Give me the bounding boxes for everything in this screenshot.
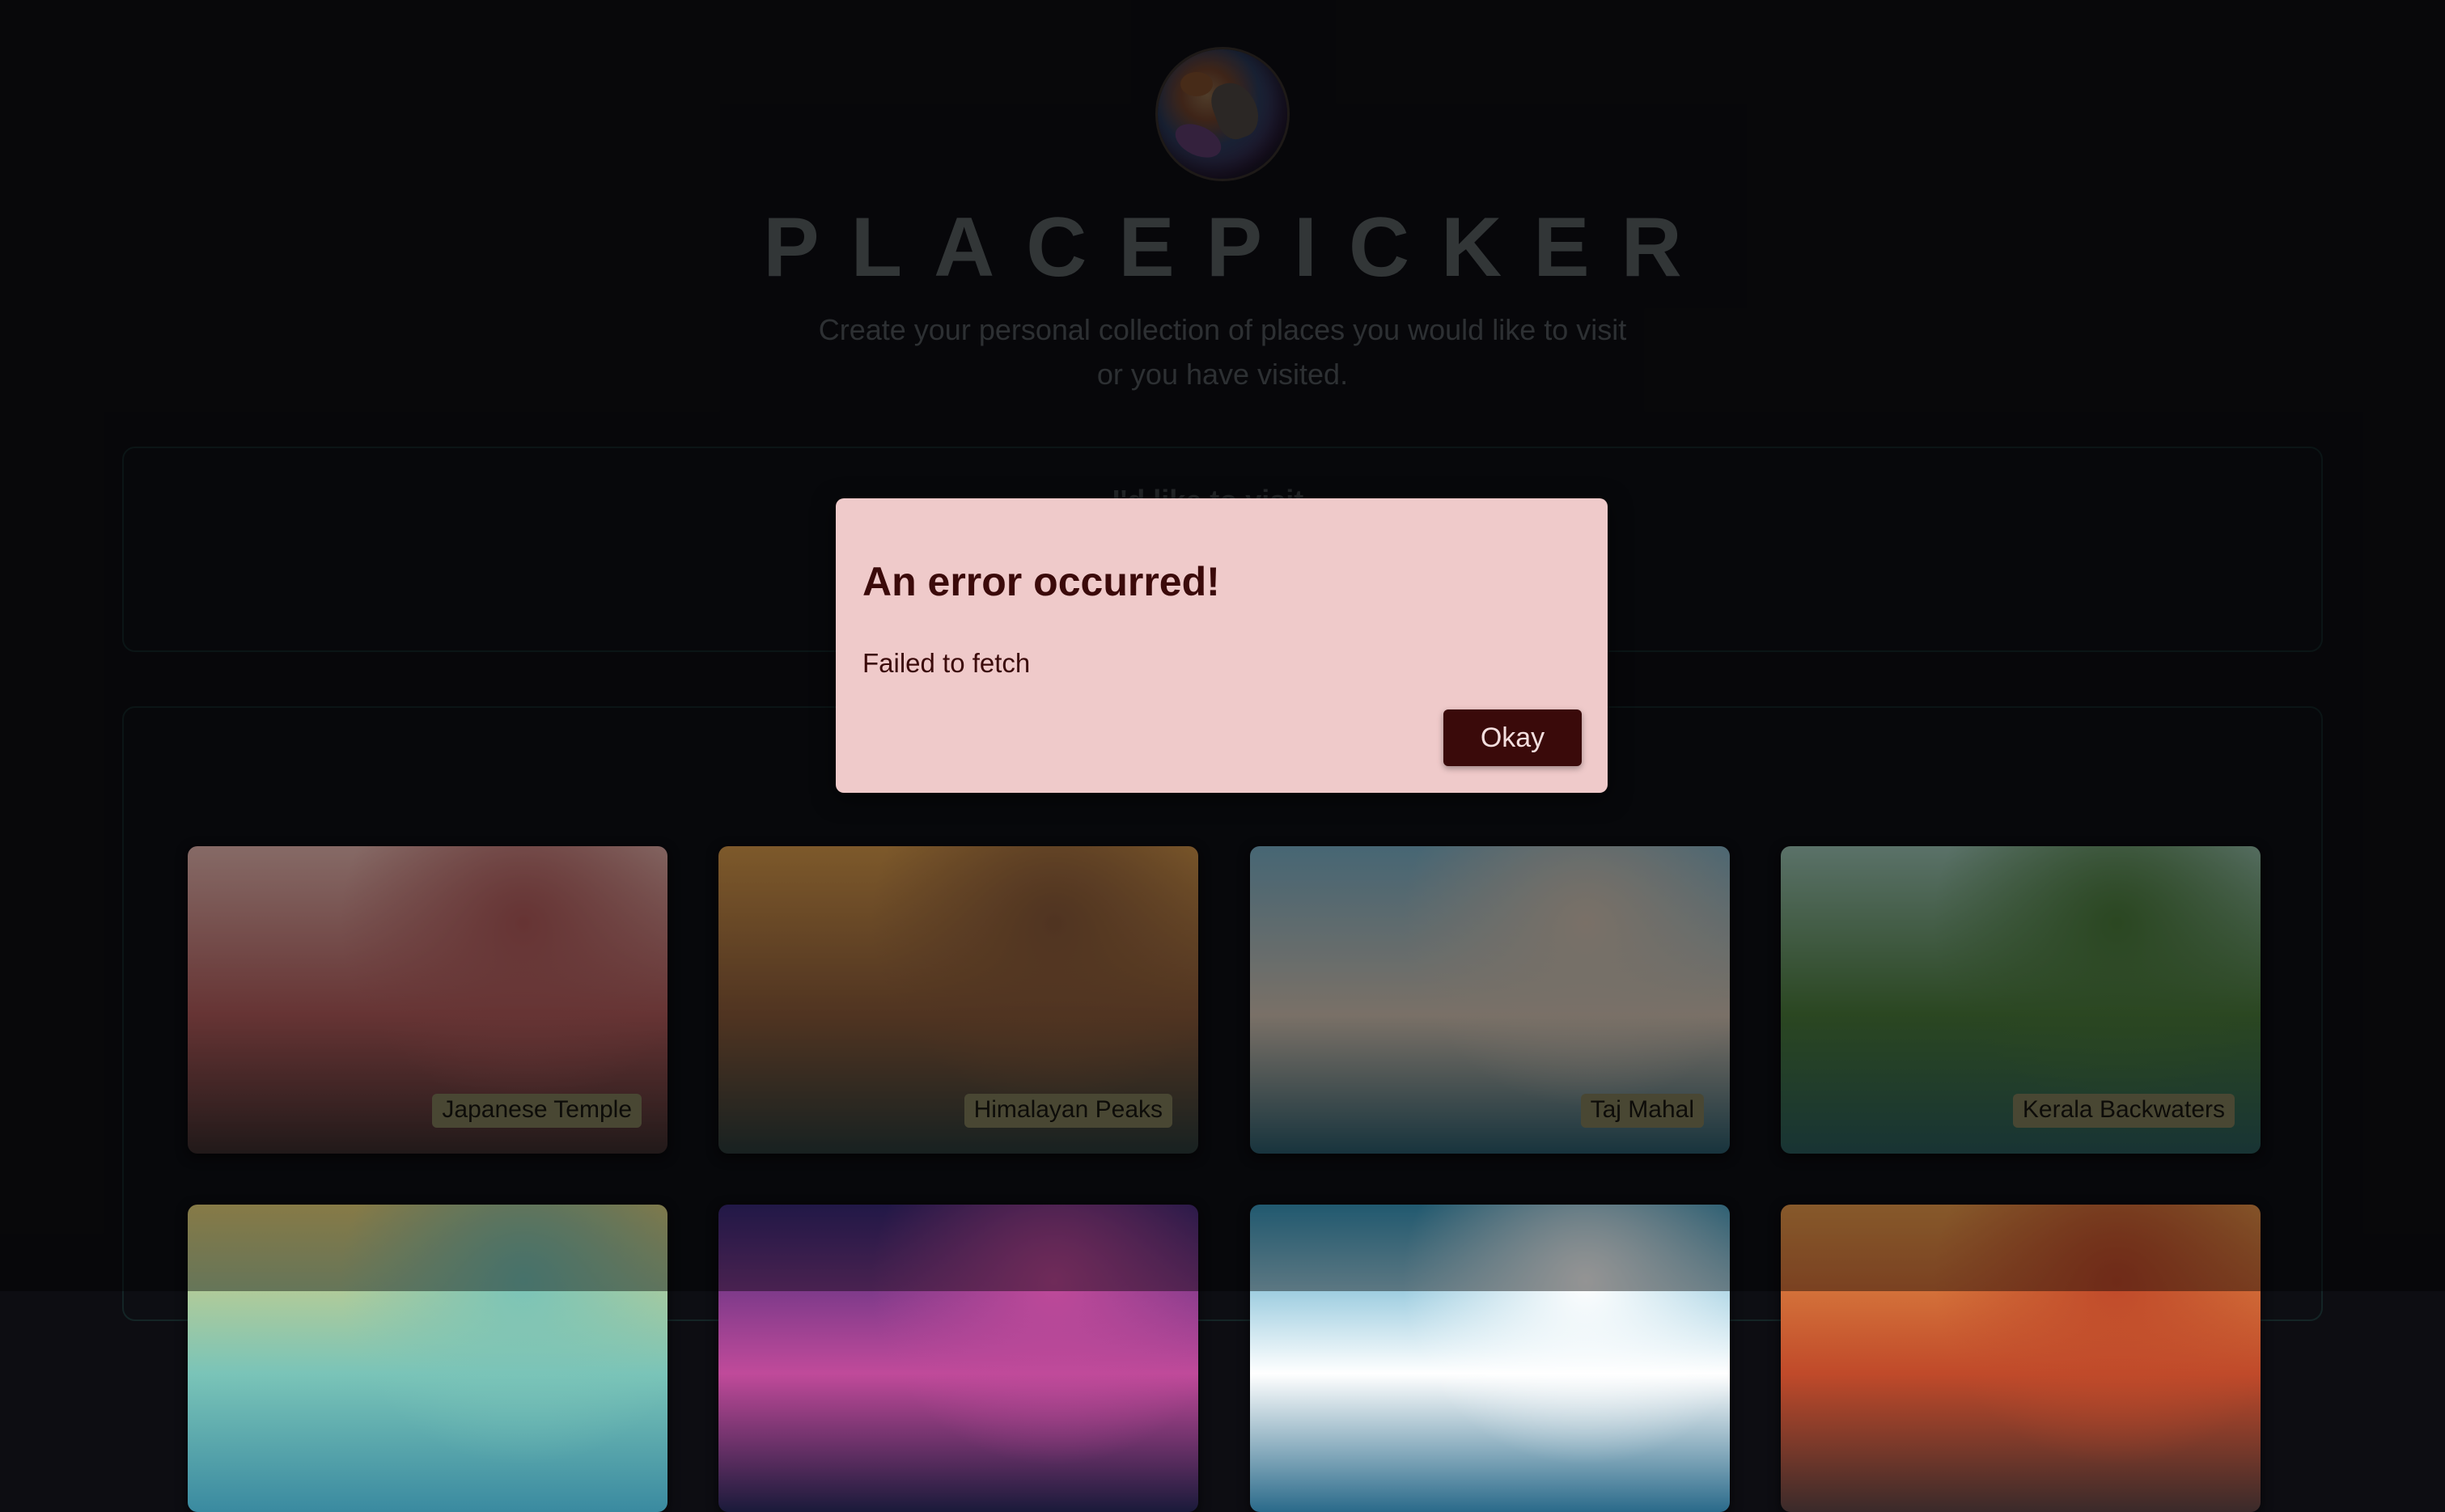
place-card[interactable] (1250, 1205, 1730, 1512)
okay-button[interactable]: Okay (1443, 709, 1582, 766)
place-card[interactable] (188, 1205, 667, 1512)
app-subtitle: Create your personal collection of place… (818, 313, 1627, 391)
place-image (1781, 1205, 2261, 1512)
place-title: Japanese Temple (432, 1094, 642, 1128)
modal-message: Failed to fetch (862, 648, 1031, 678)
place-card[interactable]: Japanese Temple (188, 846, 667, 1154)
available-places-section: Japanese Temple Himalayan Peaks Taj Mahal K… (122, 706, 2323, 1512)
place-title: Taj Mahal (1580, 1094, 1704, 1128)
place-card[interactable]: Himalayan Peaks (718, 846, 1198, 1154)
app-title: PLACEPICKER (763, 201, 1714, 294)
modal-title: An error occurred! (862, 559, 1220, 604)
place-title: Himalayan Peaks (964, 1094, 1172, 1128)
error-modal: An error occurred! Failed to fetch Okay (836, 498, 1608, 793)
globe-logo-icon (1158, 49, 1287, 179)
place-card[interactable]: Kerala Backwaters (1781, 846, 2261, 1154)
place-card[interactable]: Taj Mahal (1250, 846, 1730, 1154)
place-image (718, 1205, 1198, 1512)
place-image (188, 1205, 667, 1512)
place-image (1250, 1205, 1730, 1512)
place-card[interactable] (718, 1205, 1198, 1512)
place-card[interactable] (1781, 1205, 2261, 1512)
place-title: Kerala Backwaters (2012, 1094, 2235, 1128)
